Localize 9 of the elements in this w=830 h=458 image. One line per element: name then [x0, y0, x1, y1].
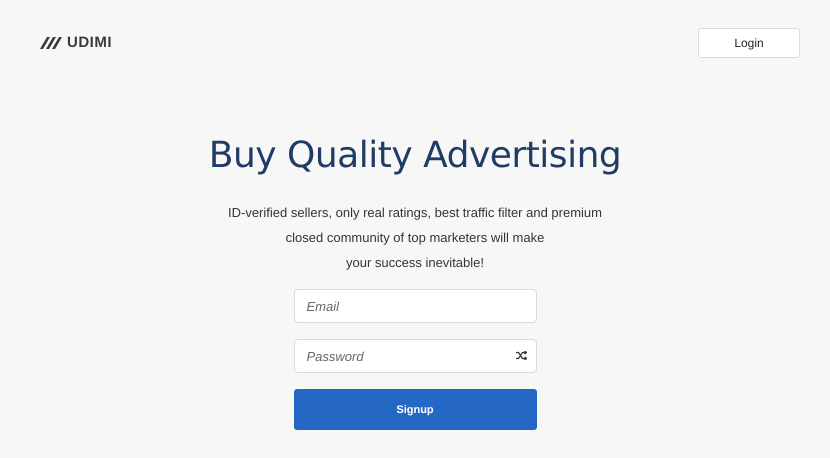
login-button[interactable]: Login: [698, 28, 800, 58]
email-field[interactable]: Email: [294, 289, 536, 323]
password-field[interactable]: Password: [294, 339, 536, 373]
logo-icon: [40, 36, 62, 48]
hero-title: Buy Quality Advertising: [208, 135, 622, 176]
hero-description: ID-verified sellers, only real ratings, best traffic filter and premium closed community of top marketers will make your success inevitable!: [228, 204, 602, 272]
logo-text: UDIMI: [67, 34, 112, 51]
shuffle-icon[interactable]: [516, 351, 526, 360]
signup-button[interactable]: Signup: [294, 389, 536, 430]
